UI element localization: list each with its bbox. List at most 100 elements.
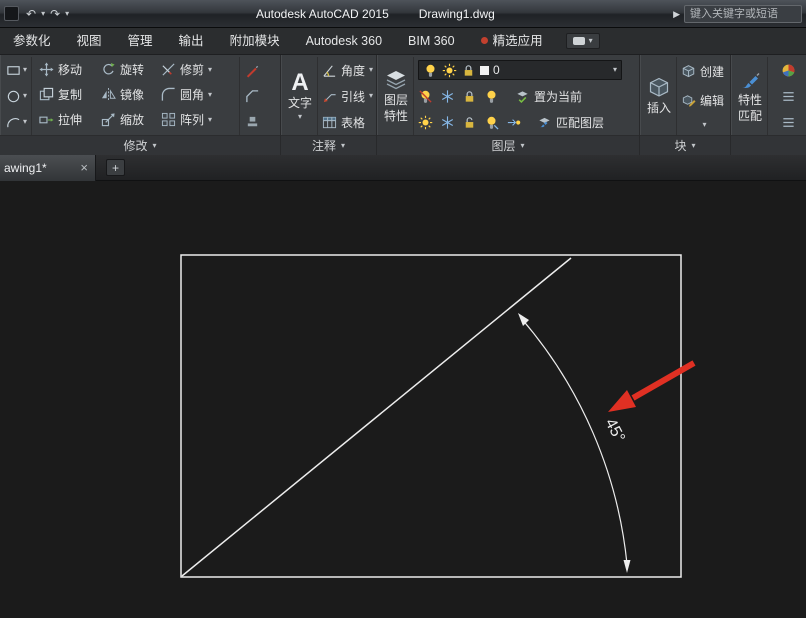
stamp-tool-button[interactable] <box>245 115 260 130</box>
text-icon: A <box>291 71 308 95</box>
layer-isolate-button[interactable] <box>484 89 499 104</box>
angular-dimension-entity[interactable]: 45° <box>518 313 631 573</box>
angular-dimension-button[interactable]: 角度 ▾ <box>322 62 374 79</box>
edit-block-icon <box>681 93 696 108</box>
panel-properties: 特性 匹配 <box>731 55 806 155</box>
arc-tool-button[interactable]: ▾ <box>6 115 27 130</box>
chevron-down-icon[interactable]: ▾ <box>65 10 69 18</box>
panel-label-block[interactable]: 块 ▾ <box>640 135 730 155</box>
undo-button[interactable]: ↶ <box>24 7 38 21</box>
match-properties-button[interactable]: 特性 匹配 <box>733 57 768 135</box>
diagonal-line-entity[interactable] <box>182 258 571 576</box>
copy-button[interactable]: 复制 <box>39 86 101 103</box>
layer-walk-button[interactable] <box>484 115 499 130</box>
chevron-down-icon: ▾ <box>341 142 345 150</box>
chamfer-tool-button[interactable] <box>245 89 260 104</box>
erase-tool-button[interactable] <box>245 63 260 78</box>
chevron-down-icon: ▾ <box>23 118 27 126</box>
array-icon <box>161 112 176 127</box>
list-icon[interactable] <box>781 89 796 104</box>
tab-output[interactable]: 输出 <box>166 28 217 55</box>
dimension-arrowhead-top <box>518 313 529 326</box>
redo-button[interactable]: ↷ <box>48 7 62 21</box>
insert-block-button[interactable]: 插入 <box>642 57 677 135</box>
layer-freeze-button[interactable] <box>440 89 455 104</box>
list-icon[interactable] <box>781 115 796 130</box>
table-button[interactable]: 表格 <box>322 114 374 131</box>
ribbon-options-button[interactable]: ▾ <box>566 33 600 49</box>
modify-tool-grid: 移动 旋转 修剪 ▾ 复制 镜像 <box>35 57 237 135</box>
circle-tool-button[interactable]: ▾ <box>6 89 27 104</box>
panel-label-layers[interactable]: 图层 ▾ <box>377 135 639 155</box>
drawing-canvas[interactable]: 45° <box>0 181 806 613</box>
panel-label-annotate[interactable]: 注释 ▾ <box>281 135 376 155</box>
app-icon <box>4 6 19 21</box>
chevron-down-icon[interactable]: ▾ <box>613 66 617 74</box>
tab-parametric[interactable]: 参数化 <box>0 28 64 55</box>
layer-lock-button[interactable] <box>462 89 477 104</box>
fillet-icon <box>161 87 176 102</box>
edit-block-button[interactable]: 编辑 <box>681 92 728 109</box>
chevron-right-icon[interactable]: ▶ <box>673 9 680 20</box>
rectangle-entity[interactable] <box>181 255 681 577</box>
file-tab-drawing1[interactable]: awing1* × <box>0 155 96 181</box>
text-tool-button[interactable]: A 文字 ▾ <box>283 57 318 135</box>
new-drawing-tab-button[interactable]: + <box>106 159 125 176</box>
set-current-layer-button[interactable]: 置为当前 <box>515 88 582 105</box>
mirror-button[interactable]: 镜像 <box>101 86 161 103</box>
panel-label-modify[interactable]: 修改 ▾ <box>0 135 280 155</box>
search-input[interactable] <box>684 5 802 23</box>
create-block-button[interactable]: 创建 <box>681 63 728 80</box>
rectangle-tool-button[interactable]: ▾ <box>6 63 27 78</box>
trim-button[interactable]: 修剪 ▾ <box>161 61 237 78</box>
tab-view[interactable]: 视图 <box>64 28 115 55</box>
angle-dimension-text: 45° <box>601 416 627 445</box>
pie-chart-icon[interactable] <box>781 63 796 78</box>
dimension-arrowhead-bottom <box>624 560 631 573</box>
rotate-icon <box>101 62 116 77</box>
tab-addins[interactable]: 附加模块 <box>217 28 293 55</box>
thaw-layers-button[interactable] <box>440 115 455 130</box>
leader-button[interactable]: 引线 ▾ <box>322 88 374 105</box>
chevron-down-icon[interactable]: ▾ <box>369 92 373 100</box>
fillet-button[interactable]: 圆角 ▾ <box>161 86 237 103</box>
turn-on-layers-button[interactable] <box>418 115 433 130</box>
chevron-down-icon[interactable]: ▾ <box>208 66 212 74</box>
chevron-down-icon[interactable]: ▾ <box>208 116 212 124</box>
chevron-down-icon[interactable]: ▾ <box>41 10 45 18</box>
tab-bim360[interactable]: BIM 360 <box>395 28 468 55</box>
chevron-down-icon[interactable]: ▾ <box>208 91 212 99</box>
current-layer-name: 0 <box>493 63 500 77</box>
quick-access-toolbar: ↶ ▾ ↷ ▾ <box>24 7 69 21</box>
stretch-button[interactable]: 拉伸 <box>39 111 101 128</box>
panel-annotate: A 文字 ▾ 角度 ▾ 引线 ▾ 表格 <box>281 55 377 155</box>
tab-manage[interactable]: 管理 <box>115 28 166 55</box>
layer-select-dropdown[interactable]: 0 ▾ <box>418 60 622 80</box>
layer-state-button[interactable] <box>506 115 521 130</box>
panel-block: 插入 创建 编辑 ▾ 块 ▾ <box>640 55 731 155</box>
rotate-button[interactable]: 旋转 <box>101 61 161 78</box>
close-icon[interactable]: × <box>77 160 91 175</box>
tab-autodesk360[interactable]: Autodesk 360 <box>293 28 395 55</box>
layer-properties-button[interactable]: 图层 特性 <box>379 57 414 135</box>
scale-button[interactable]: 缩放 <box>101 111 161 128</box>
tab-featured-apps[interactable]: 精选应用 <box>468 28 556 55</box>
unlock-layers-button[interactable] <box>462 115 477 130</box>
trim-icon <box>161 62 176 77</box>
chevron-down-icon: ▾ <box>703 121 707 129</box>
layer-properties-icon <box>384 68 408 92</box>
move-button[interactable]: 移动 <box>39 61 101 78</box>
rectangle-icon <box>6 63 21 78</box>
array-button[interactable]: 阵列 ▾ <box>161 111 237 128</box>
chevron-down-icon: ▾ <box>521 142 525 150</box>
chevron-down-icon[interactable]: ▾ <box>369 66 373 74</box>
match-layer-button[interactable]: 匹配图层 <box>537 114 604 131</box>
panel-layers: 图层 特性 0 ▾ <box>377 55 640 155</box>
chevron-down-icon: ▾ <box>23 92 27 100</box>
panel-icon <box>573 37 585 45</box>
layer-off-button[interactable] <box>418 89 433 104</box>
match-layer-icon <box>537 115 552 130</box>
arc-icon <box>6 115 21 130</box>
panel-label-properties <box>731 135 806 155</box>
block-flyout-button[interactable]: ▾ <box>681 121 728 129</box>
